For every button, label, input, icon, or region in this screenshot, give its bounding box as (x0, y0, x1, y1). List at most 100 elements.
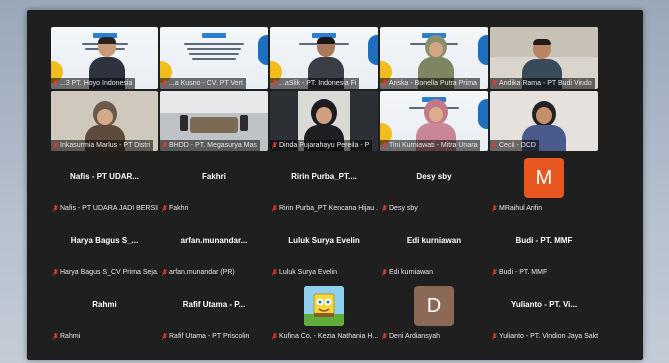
participant-audio-tile[interactable]: Harya Bagus S_... Harya Bagus S_CV Prima… (51, 220, 158, 278)
participant-name-label: Rahmi (51, 331, 83, 342)
muted-mic-icon (53, 333, 58, 340)
muted-mic-icon (382, 333, 387, 340)
participant-name: Harya Bagus S_CV Prima Seja... (60, 269, 158, 276)
participant-name-label: Cecil - DCD (490, 140, 539, 151)
participant-name: ...aSlik - PT. Indonesia Fi (279, 80, 357, 87)
muted-mic-icon (382, 142, 387, 149)
participant-video-tile[interactable]: Inkasurmia Marlus - PT Distri (51, 91, 158, 151)
participant-name: Edi kurniawan (389, 269, 433, 276)
participant-name: Budi - PT. MMF (499, 269, 548, 276)
participant-audio-tile[interactable]: Kufina Co. - Kezia Nathania H... (270, 284, 378, 342)
participant-name: Andika Rama - PT Budi Vindo (499, 80, 592, 87)
participant-name: arfan.munandar (PR) (169, 269, 235, 276)
participant-name-label: ...a Kusno - CV. PT Vert (160, 78, 246, 89)
participant-name: ...3 PT. Hoyo Indonesia (60, 80, 133, 87)
participant-name-label: Dinda Pujarahayu Pereila - P (270, 140, 373, 151)
participant-video-tile[interactable]: BHDD - PT. Megasurya Mas (160, 91, 268, 151)
muted-mic-icon (382, 80, 387, 87)
participant-name-label: Edi kurniawan (380, 267, 436, 278)
participant-video-tile[interactable]: Cecil - DCD (490, 91, 598, 151)
avatar: M (524, 158, 564, 198)
participant-video-tile[interactable]: Tini Kurniawati - Mitra Unara (380, 91, 488, 151)
participant-name: Dinda Pujarahayu Pereila - P (279, 142, 370, 149)
participant-audio-tile[interactable]: M MRaihul Arifin (490, 156, 598, 214)
participant-audio-tile[interactable]: Nafis - PT UDAR... Nafis - PT UDARA JADI… (51, 156, 158, 214)
participant-name-label: Deni Ardiansyah (380, 331, 443, 342)
participant-name: ...a Kusno - CV. PT Vert (169, 80, 243, 87)
participant-name: Yulianto - PT. Vindion Jaya Sakti (499, 333, 598, 340)
participant-audio-tile[interactable]: Budi - PT. MMF Budi - PT. MMF (490, 220, 598, 278)
participant-name: Tini Kurniawati - Mitra Unara (389, 142, 478, 149)
participant-name: Rafif Utama - PT Priscolin (169, 333, 250, 340)
participant-display-name: Nafis - PT UDAR... (70, 172, 139, 181)
participant-display-name: Budi - PT. MMF (515, 236, 573, 245)
participant-name: Ariska - Bonella Putra Prima (389, 80, 477, 87)
muted-mic-icon (162, 80, 167, 87)
participant-name-label: BHDD - PT. Megasurya Mas (160, 140, 260, 151)
muted-mic-icon (162, 142, 167, 149)
participant-name-label: Andika Rama - PT Budi Vindo (490, 78, 595, 89)
participant-name: Desy sby (389, 205, 418, 212)
participant-audio-tile[interactable]: arfan.munandar... arfan.munandar (PR) (160, 220, 268, 278)
participant-audio-tile[interactable]: Luluk Surya Evelin Luluk Surya Evelin (270, 220, 378, 278)
participant-display-name: Fakhri (201, 172, 226, 181)
participant-name-label: Kufina Co. - Kezia Nathania H... (270, 331, 378, 342)
participant-name: Luluk Surya Evelin (279, 269, 337, 276)
participant-display-name: Edi kurniawan (406, 236, 462, 245)
muted-mic-icon (53, 269, 58, 276)
participant-audio-tile[interactable]: Ririn Purba_PT.... Ririn Purba_PT Kencan… (270, 156, 378, 214)
cartoon-avatar (304, 286, 344, 326)
participant-video-tile[interactable]: Andika Rama - PT Budi Vindo (490, 27, 598, 89)
participant-audio-tile[interactable]: Desy sby Desy sby (380, 156, 488, 214)
participant-name: MRaihul Arifin (499, 205, 543, 212)
muted-mic-icon (162, 333, 167, 340)
muted-mic-icon (492, 269, 497, 276)
muted-mic-icon (162, 205, 167, 212)
muted-mic-icon (272, 80, 277, 87)
muted-mic-icon (492, 205, 497, 212)
participant-video-tile[interactable]: ...a Kusno - CV. PT Vert (160, 27, 268, 89)
participant-name-label: MRaihul Arifin (490, 203, 545, 214)
participant-name-label: Fakhri (160, 203, 191, 214)
participant-display-name: Desy sby (416, 172, 452, 181)
participant-name: Fakhri (169, 205, 189, 212)
muted-mic-icon (162, 269, 167, 276)
participant-name-label: Ariska - Bonella Putra Prima (380, 78, 480, 89)
participant-audio-tile[interactable]: Rahmi Rahmi (51, 284, 158, 342)
participant-display-name: Luluk Surya Evelin (288, 236, 360, 245)
muted-mic-icon (272, 205, 277, 212)
participant-name-label: arfan.munandar (PR) (160, 267, 238, 278)
muted-mic-icon (382, 205, 387, 212)
participant-name-label: Tini Kurniawati - Mitra Unara (380, 140, 481, 151)
participant-name: Inkasurmia Marlus - PT Distri (60, 142, 151, 149)
muted-mic-icon (492, 80, 497, 87)
participant-video-tile[interactable]: Ariska - Bonella Putra Prima (380, 27, 488, 89)
muted-mic-icon (272, 333, 277, 340)
participant-audio-tile[interactable]: D Deni Ardiansyah (380, 284, 488, 342)
participant-name-label: Harya Bagus S_CV Prima Seja... (51, 267, 158, 278)
participant-video-tile[interactable]: ...aSlik - PT. Indonesia Fi (270, 27, 378, 89)
participant-audio-tile[interactable]: Edi kurniawan Edi kurniawan (380, 220, 488, 278)
participant-display-name: Rafif Utama - P... (182, 300, 246, 309)
participant-name: BHDD - PT. Megasurya Mas (169, 142, 257, 149)
participant-name: Rahmi (60, 333, 81, 340)
participant-audio-tile[interactable]: Yulianto - PT. Vi... Yulianto - PT. Vind… (490, 284, 598, 342)
participant-name-label: Rafif Utama - PT Priscolin (160, 331, 252, 342)
participant-name: Ririn Purba_PT Kencana Hijau ... (279, 205, 378, 212)
muted-mic-icon (53, 80, 58, 87)
muted-mic-icon (272, 269, 277, 276)
participant-name-label: ...3 PT. Hoyo Indonesia (51, 78, 136, 89)
participant-audio-tile[interactable]: Rafif Utama - P... Rafif Utama - PT Pris… (160, 284, 268, 342)
participant-name: Cecil - DCD (499, 142, 536, 149)
participant-video-tile[interactable]: Dinda Pujarahayu Pereila - P (270, 91, 378, 151)
muted-mic-icon (53, 205, 58, 212)
participant-name-label: Desy sby (380, 203, 421, 214)
participant-display-name: Yulianto - PT. Vi... (510, 300, 578, 309)
participant-video-tile[interactable]: ...3 PT. Hoyo Indonesia (51, 27, 158, 89)
participant-name-label: Inkasurmia Marlus - PT Distri (51, 140, 154, 151)
participant-audio-tile[interactable]: Fakhri Fakhri (160, 156, 268, 214)
muted-mic-icon (382, 269, 387, 276)
muted-mic-icon (272, 142, 277, 149)
participant-display-name: Harya Bagus S_... (70, 236, 139, 245)
participant-display-name: arfan.munandar... (180, 236, 248, 245)
